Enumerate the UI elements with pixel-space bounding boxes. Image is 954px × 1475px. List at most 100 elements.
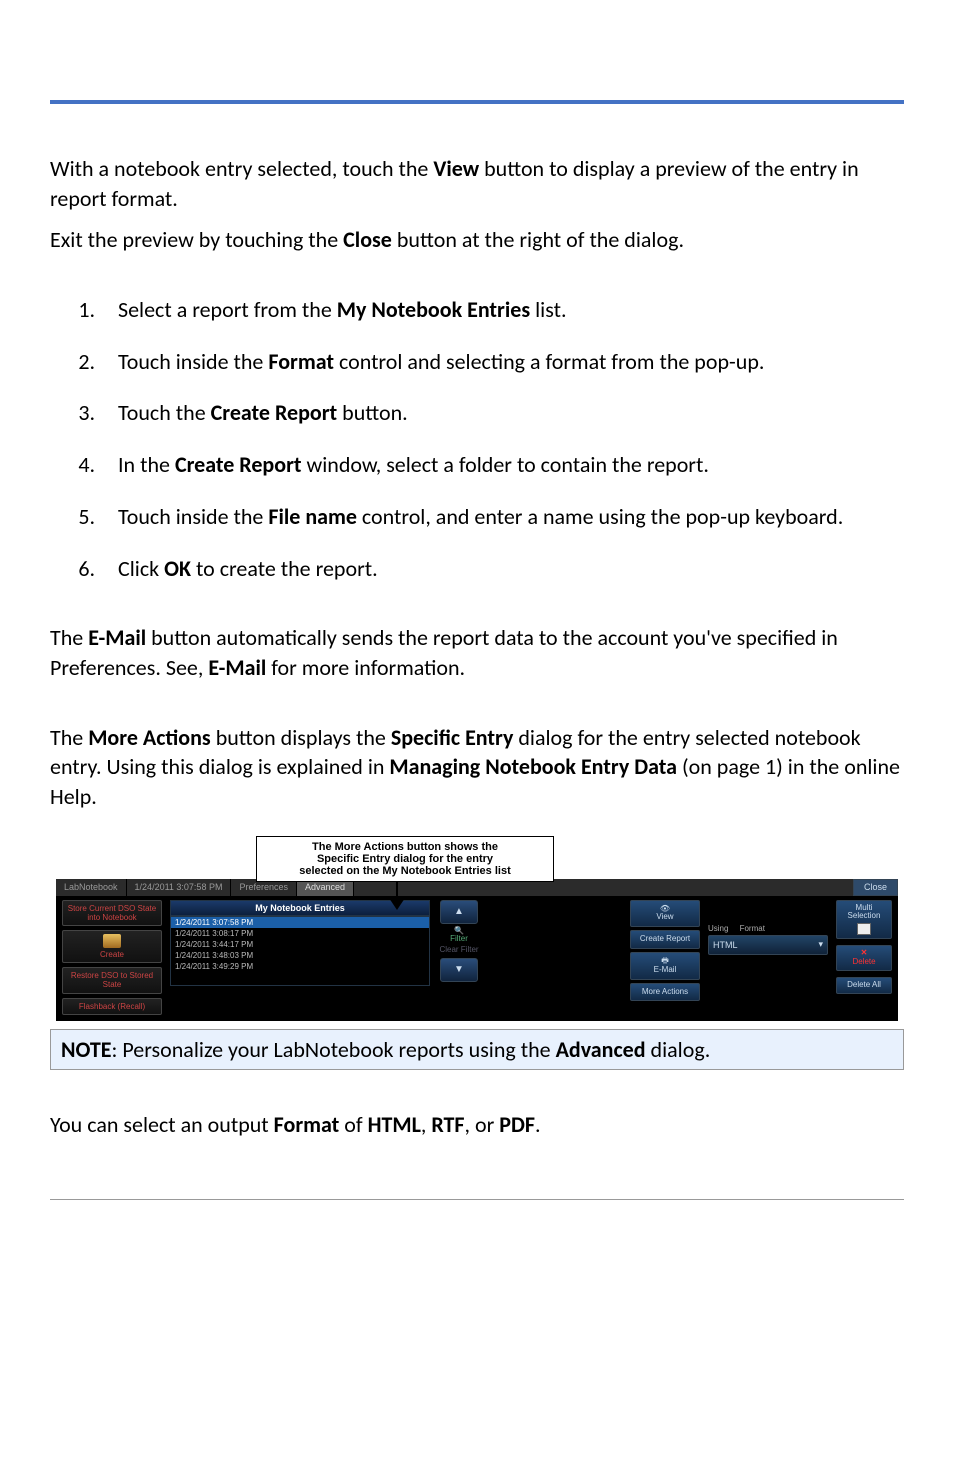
- bold: E-Mail: [88, 624, 146, 651]
- right-column: Multi Selection Delete Delete All: [836, 900, 892, 1015]
- bold: E-Mail: [208, 654, 266, 681]
- text: button displays the: [211, 724, 391, 751]
- more-actions-paragraph: The More Actions button displays the Spe…: [50, 723, 904, 812]
- text: for more information.: [266, 654, 465, 681]
- bold: Format: [268, 348, 334, 375]
- actions-column: 👁View Create Report 🖶E-Mail More Actions: [630, 900, 700, 1015]
- dialog-body: Store Current DSO State into Notebook Cr…: [56, 896, 898, 1021]
- steps-list: Select a report from the My Notebook Ent…: [80, 295, 904, 583]
- multi-label: Multi Selection: [848, 903, 881, 921]
- scroll-column: ▲ 🔍 Filter Clear Filter ▼: [438, 900, 480, 1015]
- multi-selection-button[interactable]: Multi Selection: [836, 900, 892, 940]
- create-report-button[interactable]: Create Report: [630, 930, 700, 949]
- list-item[interactable]: 1/24/2011 3:07:58 PM: [171, 917, 429, 928]
- format-select[interactable]: HTML ▾: [708, 935, 828, 955]
- email-button[interactable]: 🖶E-Mail: [630, 952, 700, 980]
- tab-datetime[interactable]: 1/24/2011 3:07:58 PM: [127, 879, 232, 896]
- bold-close: Close: [343, 226, 392, 253]
- output-format-paragraph: You can select an output Format of HTML,…: [50, 1110, 904, 1140]
- text: ,: [421, 1111, 431, 1138]
- bold: More Actions: [88, 724, 211, 751]
- screenshot-figure: The More Actions button shows the Specif…: [50, 830, 904, 1027]
- callout-arrow-head: [389, 898, 405, 910]
- text: Exit the preview by touching the: [50, 226, 343, 253]
- left-column: Store Current DSO State into Notebook Cr…: [62, 900, 162, 1015]
- format-column: Using Format HTML ▾: [708, 900, 828, 1015]
- text: The: [50, 624, 88, 651]
- checkbox-icon: [857, 923, 871, 935]
- text: button.: [337, 399, 408, 426]
- callout-line: selected on the My Notebook Entries list: [265, 865, 545, 877]
- callout-box: The More Actions button shows the Specif…: [256, 836, 554, 882]
- flashback-button[interactable]: Flashback (Recall): [62, 998, 162, 1015]
- text: list.: [530, 296, 566, 323]
- bold: Format: [274, 1111, 340, 1138]
- bold: PDF: [499, 1111, 535, 1138]
- step-5: Touch inside the File name control, and …: [100, 502, 904, 532]
- bold: Specific Entry: [391, 724, 514, 751]
- text: control, and enter a name using the pop-…: [357, 503, 843, 530]
- close-button[interactable]: Close: [853, 879, 898, 896]
- email-label: E-Mail: [654, 965, 677, 974]
- text: button at the right of the dialog.: [392, 226, 684, 253]
- bold: My Notebook Entries: [337, 296, 530, 323]
- intro-paragraph-2: Exit the preview by touching the Close b…: [50, 225, 904, 255]
- intro-paragraph-1: With a notebook entry selected, touch th…: [50, 154, 904, 213]
- bold: RTF: [431, 1111, 464, 1138]
- text: You can select an output: [50, 1111, 274, 1138]
- bold: Managing Notebook Entry Data: [389, 753, 677, 780]
- bold-view: View: [433, 155, 479, 182]
- scroll-up-button[interactable]: ▲: [440, 900, 478, 924]
- tab-labnotebook[interactable]: LabNotebook: [56, 879, 127, 896]
- step-2: Touch inside the Format control and sele…: [100, 347, 904, 377]
- text: .: [535, 1111, 541, 1138]
- chevron-down-icon: ▾: [818, 939, 823, 950]
- view-button[interactable]: 👁View: [630, 900, 700, 928]
- delete-label: Delete: [852, 957, 875, 966]
- store-state-button[interactable]: Store Current DSO State into Notebook: [62, 900, 162, 926]
- list-item[interactable]: 1/24/2011 3:48:03 PM: [171, 950, 429, 961]
- text: Click: [118, 555, 164, 582]
- delete-button[interactable]: Delete: [836, 945, 892, 971]
- bold: Advanced: [556, 1036, 646, 1063]
- bold: HTML: [368, 1111, 421, 1138]
- restore-state-button[interactable]: Restore DSO to Stored State: [62, 967, 162, 993]
- text: Touch inside the: [118, 503, 268, 530]
- text: window, select a folder to contain the r…: [302, 451, 709, 478]
- bold: File name: [268, 503, 357, 530]
- text: Select a report from the: [118, 296, 337, 323]
- note-box: NOTE: Personalize your LabNotebook repor…: [50, 1029, 904, 1070]
- list-item[interactable]: 1/24/2011 3:44:17 PM: [171, 939, 429, 950]
- list-item[interactable]: 1/24/2011 3:49:29 PM: [171, 961, 429, 972]
- eye-icon: 👁: [660, 904, 670, 913]
- using-label: Using: [708, 924, 728, 933]
- note-label: NOTE: [61, 1036, 112, 1063]
- create-button[interactable]: Create: [62, 930, 162, 963]
- format-value: HTML: [713, 940, 738, 950]
- entries-list[interactable]: 1/24/2011 3:07:58 PM 1/24/2011 3:08:17 P…: [170, 916, 430, 986]
- text: to create the report.: [191, 555, 378, 582]
- step-3: Touch the Create Report button.: [100, 398, 904, 428]
- list-item[interactable]: 1/24/2011 3:08:17 PM: [171, 928, 429, 939]
- bold: Create Report: [211, 399, 338, 426]
- text: : Personalize your LabNotebook reports u…: [112, 1036, 556, 1063]
- email-paragraph: The E-Mail button automatically sends th…: [50, 623, 904, 682]
- step-4: In the Create Report window, select a fo…: [100, 450, 904, 480]
- delete-all-button[interactable]: Delete All: [836, 977, 892, 994]
- entries-column: My Notebook Entries 1/24/2011 3:07:58 PM…: [170, 900, 430, 1015]
- view-label: View: [656, 912, 673, 921]
- text: With a notebook entry selected, touch th…: [50, 155, 433, 182]
- printer-icon: 🖶: [661, 956, 669, 965]
- filter-button[interactable]: 🔍 Filter: [450, 927, 468, 944]
- clear-filter-button[interactable]: Clear Filter: [439, 946, 478, 954]
- text: Touch inside the: [118, 348, 268, 375]
- panel-gap: [488, 900, 622, 1015]
- text: dialog.: [646, 1036, 711, 1063]
- text: In the: [118, 451, 175, 478]
- text: control and selecting a format from the …: [334, 348, 764, 375]
- text: Touch the: [118, 399, 211, 426]
- scroll-down-button[interactable]: ▼: [440, 958, 478, 982]
- more-actions-button[interactable]: More Actions: [630, 983, 700, 1002]
- divider-top: [50, 100, 904, 104]
- step-6: Click OK to create the report.: [100, 554, 904, 584]
